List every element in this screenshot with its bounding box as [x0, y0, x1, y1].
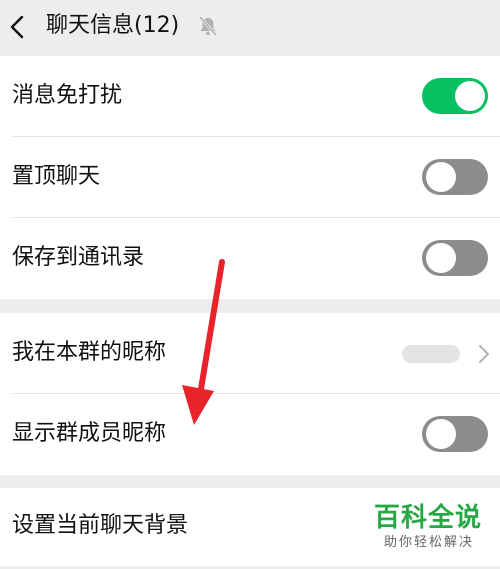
setting-label-my-nickname: 我在本群的昵称 — [12, 340, 167, 365]
nickname-value-blurred — [402, 345, 460, 363]
pin-chat-toggle[interactable] — [422, 159, 488, 195]
mute-toggle[interactable] — [422, 78, 488, 114]
toggle-knob — [426, 162, 456, 192]
setting-row-my-nickname[interactable]: 我在本群的昵称 — [0, 313, 500, 394]
chevron-right-icon — [479, 345, 489, 363]
chevron-left-icon — [10, 15, 24, 39]
setting-row-show-nicknames: 显示群成员昵称 — [0, 394, 500, 475]
settings-section-top: 消息免打扰 置顶聊天 保存到通讯录 — [0, 56, 500, 299]
toggle-knob — [455, 81, 485, 111]
save-contacts-toggle[interactable] — [422, 240, 488, 276]
toggle-knob — [426, 419, 456, 449]
setting-row-pin: 置顶聊天 — [0, 137, 500, 218]
setting-label-chat-background: 设置当前聊天背景 — [12, 513, 189, 538]
watermark: 百科全说 助你轻松解决 — [374, 502, 492, 552]
setting-label-pin: 置顶聊天 — [12, 164, 101, 189]
setting-label-save-contacts: 保存到通讯录 — [12, 245, 145, 270]
bell-slash-icon — [198, 16, 218, 36]
setting-row-mute: 消息免打扰 — [0, 56, 500, 137]
setting-label-mute: 消息免打扰 — [12, 83, 123, 108]
header-bar: 聊天信息(12) — [0, 0, 500, 54]
watermark-subtitle: 助你轻松解决 — [384, 535, 475, 550]
back-button[interactable] — [0, 0, 40, 54]
toggle-knob — [426, 243, 456, 273]
setting-row-save-contacts: 保存到通讯录 — [0, 218, 500, 299]
show-member-nicknames-toggle[interactable] — [422, 416, 488, 452]
setting-label-show-nicknames: 显示群成员昵称 — [12, 421, 167, 446]
settings-section-group: 我在本群的昵称 显示群成员昵称 — [0, 313, 500, 475]
watermark-title: 百科全说 — [374, 503, 483, 533]
page-title: 聊天信息(12) — [46, 13, 180, 38]
